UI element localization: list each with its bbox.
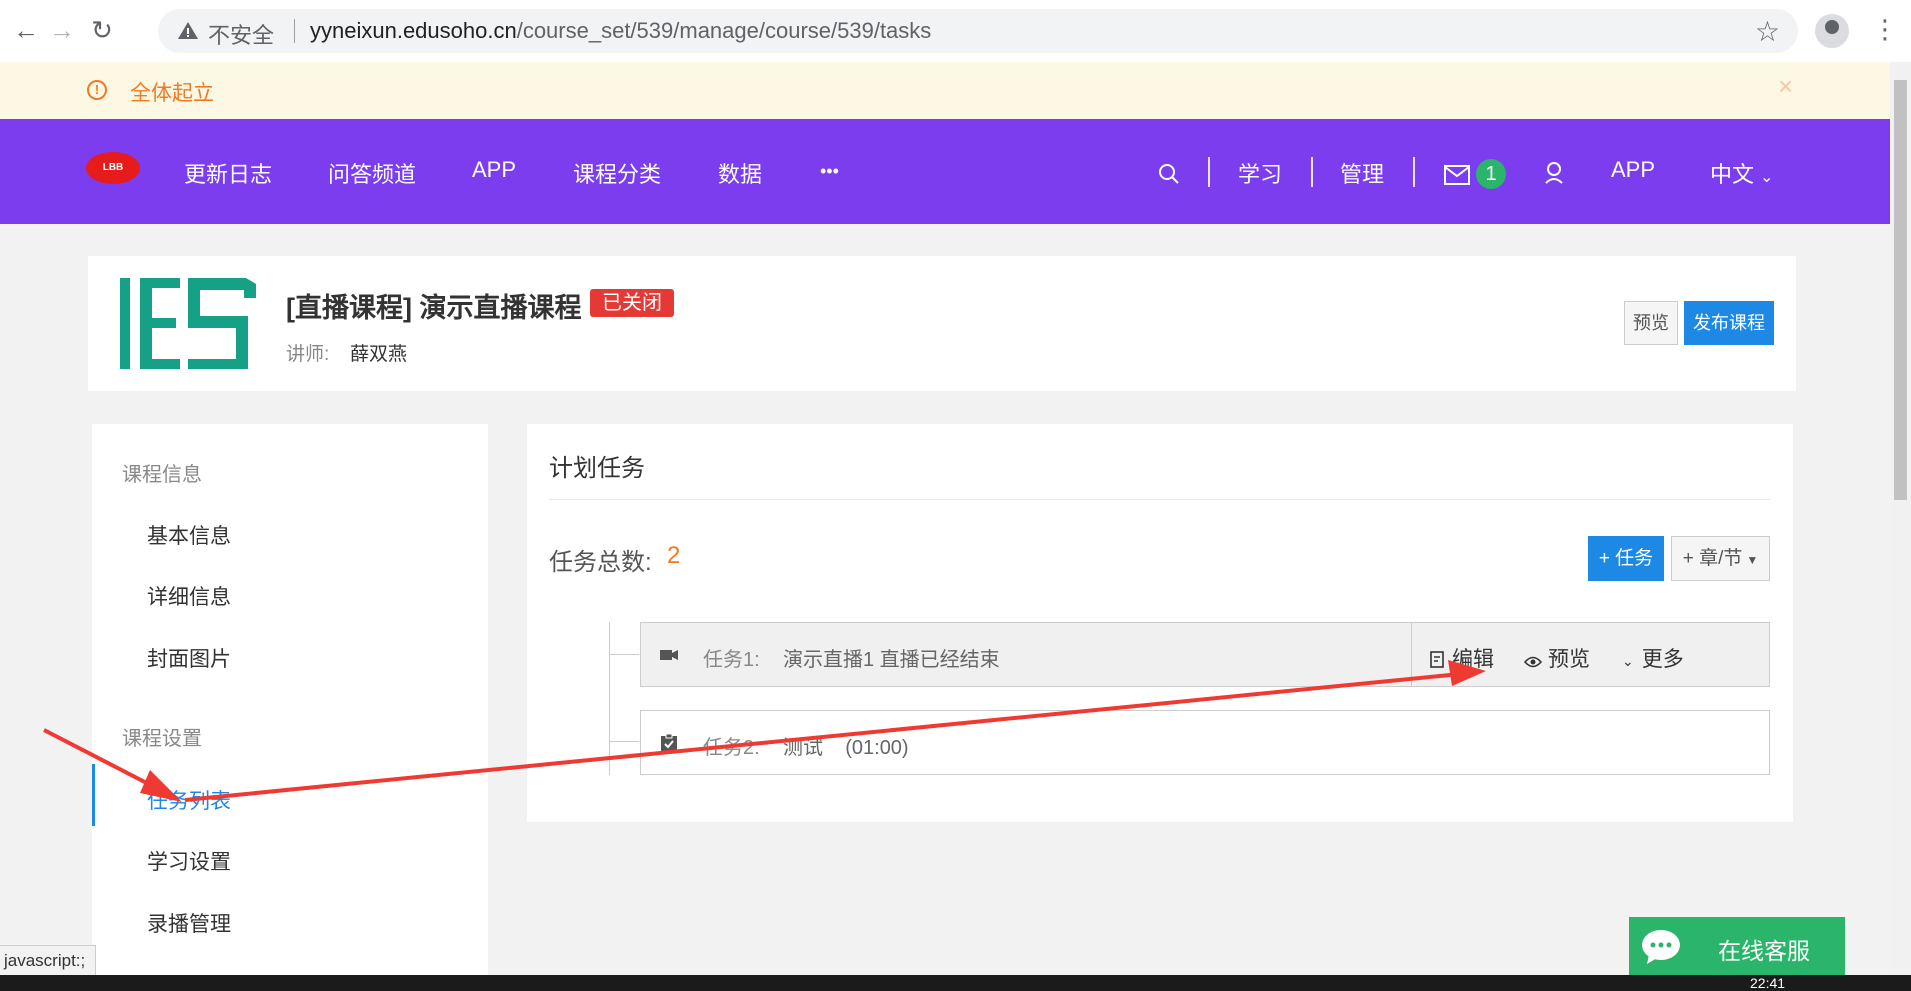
task-count-value: 2 bbox=[667, 542, 681, 569]
nav-item-app[interactable]: APP bbox=[472, 157, 516, 183]
sidebar-item-basic-info[interactable]: 基本信息 bbox=[147, 520, 231, 550]
add-task-button[interactable]: + 任务 bbox=[1588, 536, 1664, 581]
course-status-badge: 已关闭 bbox=[590, 289, 674, 317]
top-navigation: LBB 更新日志 问答频道 APP 课程分类 数据 ••• 学习 管理 1 AP… bbox=[0, 119, 1890, 224]
language-label: 中文 bbox=[1710, 162, 1755, 187]
nav-separator bbox=[1208, 157, 1210, 187]
scrollbar-thumb[interactable] bbox=[1894, 80, 1907, 500]
info-icon: ! bbox=[87, 80, 107, 100]
course-header-card: [直播课程] 演示直播课程 已关闭 讲师: 薛双燕 预览 发布课程 bbox=[88, 256, 1796, 391]
back-icon[interactable]: ← bbox=[10, 14, 42, 46]
nav-item-qa[interactable]: 问答频道 bbox=[328, 157, 416, 189]
preview-task-button[interactable]: 预览 bbox=[1523, 643, 1590, 673]
nav-item-study[interactable]: 学习 bbox=[1238, 157, 1282, 189]
sidebar-item-recording-manage[interactable]: 录播管理 bbox=[147, 908, 231, 938]
task-tree-branch bbox=[609, 741, 639, 742]
task-tree-line bbox=[609, 622, 610, 775]
nav-item-manage[interactable]: 管理 bbox=[1340, 157, 1384, 189]
message-count-badge: 1 bbox=[1476, 159, 1506, 189]
nav-separator bbox=[1311, 157, 1313, 187]
os-taskbar: 22:41 bbox=[0, 975, 1911, 991]
chevron-down-icon: ⌄ bbox=[1622, 653, 1634, 669]
sidebar-group-course-info: 课程信息 bbox=[122, 464, 202, 486]
more-label: 更多 bbox=[1641, 648, 1684, 671]
task-tree-branch bbox=[609, 654, 639, 655]
notice-close-icon[interactable]: × bbox=[1778, 71, 1793, 102]
online-support-label: 在线客服 bbox=[1718, 938, 1810, 964]
browser-menu-icon[interactable]: ⋮ bbox=[1872, 14, 1898, 44]
taskbar-clock: 22:41 bbox=[1750, 975, 1786, 991]
chat-bubble-icon bbox=[1642, 930, 1680, 964]
task-plan-panel: 计划任务 任务总数: 2 + 任务 + 章/节 ▼ 任务1: 演示直播1 直播已经… bbox=[527, 424, 1793, 822]
user-icon[interactable] bbox=[1543, 161, 1565, 185]
warning-icon bbox=[178, 22, 198, 39]
bookmark-star-icon[interactable]: ☆ bbox=[1755, 15, 1780, 48]
checklist-icon bbox=[661, 733, 677, 752]
url-path: /course_set/539/manage/course/539/tasks bbox=[516, 18, 932, 43]
nav-more-icon[interactable]: ••• bbox=[820, 161, 839, 182]
course-settings-sidebar: 课程信息 基本信息 详细信息 封面图片 课程设置 任务列表 学习设置 录播管理 bbox=[92, 424, 488, 991]
language-switcher[interactable]: 中文 ⌄ bbox=[1710, 157, 1773, 189]
edit-label: 编辑 bbox=[1452, 648, 1494, 671]
task-row[interactable]: 任务1: 演示直播1 直播已经结束 编辑 预览 ⌄ 更多 bbox=[640, 622, 1770, 687]
video-icon bbox=[660, 650, 678, 660]
course-title: [直播课程] 演示直播课程 bbox=[286, 293, 582, 323]
task-number-label: 任务1: bbox=[703, 649, 760, 671]
course-cover-logo bbox=[120, 278, 256, 369]
notice-text: 全体起立 bbox=[130, 82, 214, 105]
forward-icon[interactable]: → bbox=[46, 14, 78, 46]
task-count-label: 任务总数: bbox=[549, 549, 652, 576]
teacher-label: 讲师: bbox=[286, 344, 330, 365]
insecure-label: 不安全 bbox=[208, 23, 275, 48]
title-divider bbox=[549, 499, 1770, 500]
page-title: 计划任务 bbox=[549, 455, 645, 482]
search-icon[interactable] bbox=[1158, 163, 1180, 185]
nav-separator bbox=[1413, 157, 1415, 187]
task-name[interactable]: 测试 (01:00) bbox=[783, 731, 909, 760]
sidebar-item-detail-info[interactable]: 详细信息 bbox=[147, 581, 231, 611]
page-scrollbar[interactable] bbox=[1890, 62, 1911, 975]
more-actions-button[interactable]: ⌄ 更多 bbox=[1622, 643, 1684, 673]
address-separator bbox=[294, 19, 295, 43]
site-logo[interactable]: LBB bbox=[86, 152, 140, 184]
add-chapter-label: + 章/节 bbox=[1682, 548, 1743, 569]
url-host: yyneixun.edusoho.cn bbox=[310, 18, 517, 43]
sidebar-item-task-list[interactable]: 任务列表 bbox=[147, 785, 231, 815]
address-bar[interactable]: 不安全 yyneixun.edusoho.cn/course_set/539/m… bbox=[158, 9, 1798, 53]
browser-toolbar: ← → ↻ 不安全 yyneixun.edusoho.cn/course_set… bbox=[0, 0, 1911, 63]
nav-item-data[interactable]: 数据 bbox=[718, 157, 762, 189]
chevron-down-icon: ⌄ bbox=[1760, 169, 1774, 186]
url-text[interactable]: yyneixun.edusoho.cn/course_set/539/manag… bbox=[310, 18, 931, 44]
task-name[interactable]: 演示直播1 直播已经结束 bbox=[783, 643, 1000, 672]
online-support-button[interactable]: 在线客服 bbox=[1629, 917, 1845, 979]
nav-item-changelog[interactable]: 更新日志 bbox=[184, 157, 272, 189]
nav-item-categories[interactable]: 课程分类 bbox=[573, 157, 661, 189]
profile-avatar-icon[interactable] bbox=[1815, 14, 1849, 48]
sidebar-item-study-settings[interactable]: 学习设置 bbox=[147, 846, 231, 876]
edit-icon bbox=[1430, 651, 1444, 668]
task-number-label: 任务2: bbox=[703, 737, 760, 759]
teacher-name[interactable]: 薛双燕 bbox=[350, 339, 407, 366]
mail-icon[interactable] bbox=[1444, 165, 1470, 185]
edit-task-button[interactable]: 编辑 bbox=[1430, 643, 1494, 673]
add-chapter-button[interactable]: + 章/节 ▼ bbox=[1671, 536, 1770, 581]
notice-bar: ! 全体起立 × bbox=[0, 62, 1890, 119]
nav-item-app-right[interactable]: APP bbox=[1611, 157, 1655, 183]
task-row[interactable]: 任务2: 测试 (01:00) bbox=[640, 710, 1770, 775]
reload-icon[interactable]: ↻ bbox=[86, 14, 118, 46]
sidebar-item-cover-image[interactable]: 封面图片 bbox=[147, 643, 231, 673]
eye-icon bbox=[1523, 656, 1543, 668]
publish-course-button[interactable]: 发布课程 bbox=[1684, 301, 1774, 345]
sidebar-group-course-settings: 课程设置 bbox=[122, 728, 202, 750]
task-actions: 编辑 预览 ⌄ 更多 bbox=[1411, 623, 1770, 686]
preview-label: 预览 bbox=[1548, 648, 1590, 671]
preview-course-button[interactable]: 预览 bbox=[1624, 301, 1678, 345]
sidebar-active-indicator bbox=[92, 764, 95, 826]
caret-down-icon: ▼ bbox=[1746, 553, 1759, 567]
link-status-bar: javascript:; bbox=[0, 945, 97, 977]
